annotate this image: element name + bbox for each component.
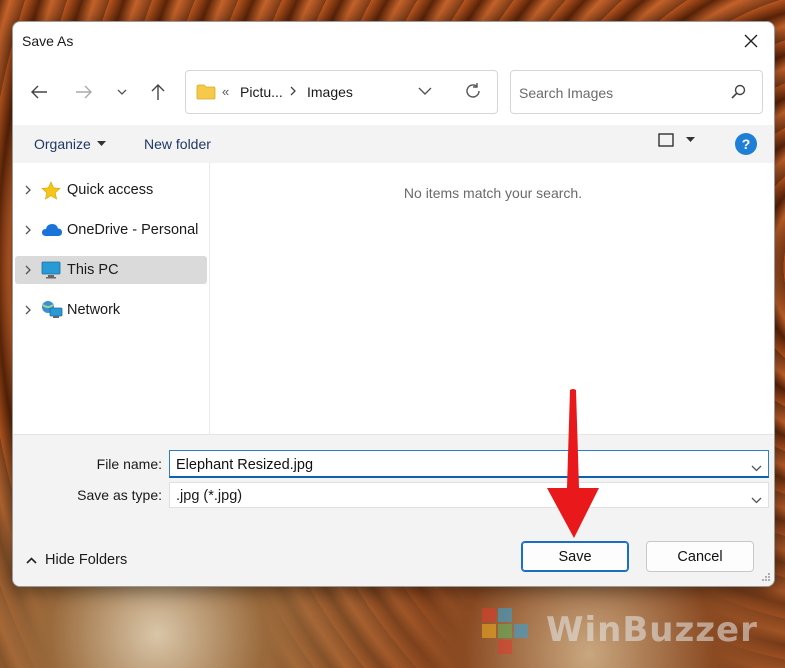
hide-folders-button[interactable]: Hide Folders: [26, 552, 127, 568]
chevron-up-icon: [26, 556, 37, 564]
star-icon: [41, 180, 67, 200]
chevron-down-icon: [117, 89, 127, 95]
new-folder-button[interactable]: New folder: [144, 136, 211, 152]
back-button[interactable]: [25, 78, 53, 106]
recent-locations-button[interactable]: [108, 78, 136, 106]
forward-arrow-icon: [76, 85, 92, 99]
sidebar-item-network[interactable]: Network: [15, 296, 207, 324]
help-button[interactable]: ?: [735, 133, 757, 155]
watermark: WinBuzzer: [478, 600, 758, 660]
sidebar-item-label: Quick access: [67, 182, 154, 198]
winbuzzer-logo-icon: [482, 608, 528, 654]
file-name-dropdown-button[interactable]: [751, 459, 762, 475]
file-name-label: File name:: [96, 456, 162, 472]
caret-down-icon: [686, 137, 695, 142]
title-bar: Save As: [13, 22, 774, 60]
up-arrow-icon: [151, 84, 165, 100]
view-icon: [658, 133, 674, 147]
network-icon: [41, 300, 67, 320]
chevron-down-icon: [418, 87, 432, 95]
empty-message: No items match your search.: [403, 185, 583, 201]
navigation-row: « Pictu... Images: [13, 68, 774, 114]
change-view-button[interactable]: [658, 133, 695, 147]
resize-grip-icon[interactable]: [761, 569, 771, 585]
expand-chevron-icon[interactable]: [15, 264, 41, 276]
save-type-label: Save as type:: [77, 487, 162, 503]
dialog-title: Save As: [22, 33, 74, 49]
sidebar-item-this-pc[interactable]: This PC: [15, 256, 207, 284]
path-overflow[interactable]: «: [222, 84, 229, 99]
file-name-combobox[interactable]: [169, 450, 769, 478]
file-list-pane[interactable]: No items match your search.: [210, 163, 774, 434]
save-type-value: .jpg (*.jpg): [176, 488, 243, 504]
cancel-button[interactable]: Cancel: [646, 541, 754, 572]
forward-button[interactable]: [70, 78, 98, 106]
navigation-pane: Quick access OneDrive - Personal This PC: [13, 163, 210, 434]
save-as-dialog: Save As « Pictu... Images Search Images …: [12, 21, 775, 587]
organize-label: Organize: [34, 136, 91, 152]
save-button[interactable]: Save: [521, 541, 629, 572]
sidebar-item-label: This PC: [67, 262, 119, 278]
folder-icon: [196, 84, 216, 103]
address-bar[interactable]: « Pictu... Images: [185, 70, 498, 114]
sidebar-item-quick-access[interactable]: Quick access: [15, 176, 207, 204]
refresh-button[interactable]: [464, 82, 482, 103]
address-dropdown-button[interactable]: [418, 83, 432, 99]
expand-chevron-icon[interactable]: [15, 224, 41, 236]
save-type-dropdown-button[interactable]: [751, 491, 762, 507]
cloud-icon: [41, 223, 67, 237]
organize-menu-button[interactable]: Organize: [34, 136, 106, 152]
chevron-down-icon: [751, 497, 762, 504]
breadcrumb-separator-icon: [289, 84, 297, 100]
close-button[interactable]: [736, 28, 766, 54]
search-box[interactable]: [510, 70, 763, 114]
sidebar-item-label: Network: [67, 302, 121, 318]
sidebar-item-onedrive[interactable]: OneDrive - Personal: [15, 216, 207, 244]
computer-icon: [41, 261, 67, 279]
command-toolbar: Organize New folder ?: [13, 125, 774, 163]
sidebar-item-label: OneDrive - Personal: [67, 222, 199, 238]
search-icon[interactable]: [730, 84, 746, 103]
chevron-down-icon: [751, 465, 762, 472]
caret-down-icon: [96, 141, 106, 146]
hide-folders-label: Hide Folders: [45, 552, 128, 568]
up-button[interactable]: [144, 78, 172, 106]
red-arrow-annotation-icon: [547, 389, 599, 538]
watermark-text: WinBuzzer: [546, 610, 758, 650]
save-options-panel: File name: Save as type: .jpg (*.jpg) Hi…: [13, 434, 774, 586]
close-icon: [744, 34, 758, 48]
breadcrumb-pictures[interactable]: Pictu...: [240, 84, 283, 100]
expand-chevron-icon[interactable]: [15, 304, 41, 316]
refresh-icon: [466, 83, 480, 98]
back-arrow-icon: [31, 85, 47, 99]
save-type-select[interactable]: .jpg (*.jpg): [169, 482, 769, 508]
breadcrumb-images[interactable]: Images: [307, 84, 353, 100]
file-name-input[interactable]: [176, 455, 736, 475]
expand-chevron-icon[interactable]: [15, 184, 41, 196]
search-input[interactable]: [519, 83, 719, 103]
